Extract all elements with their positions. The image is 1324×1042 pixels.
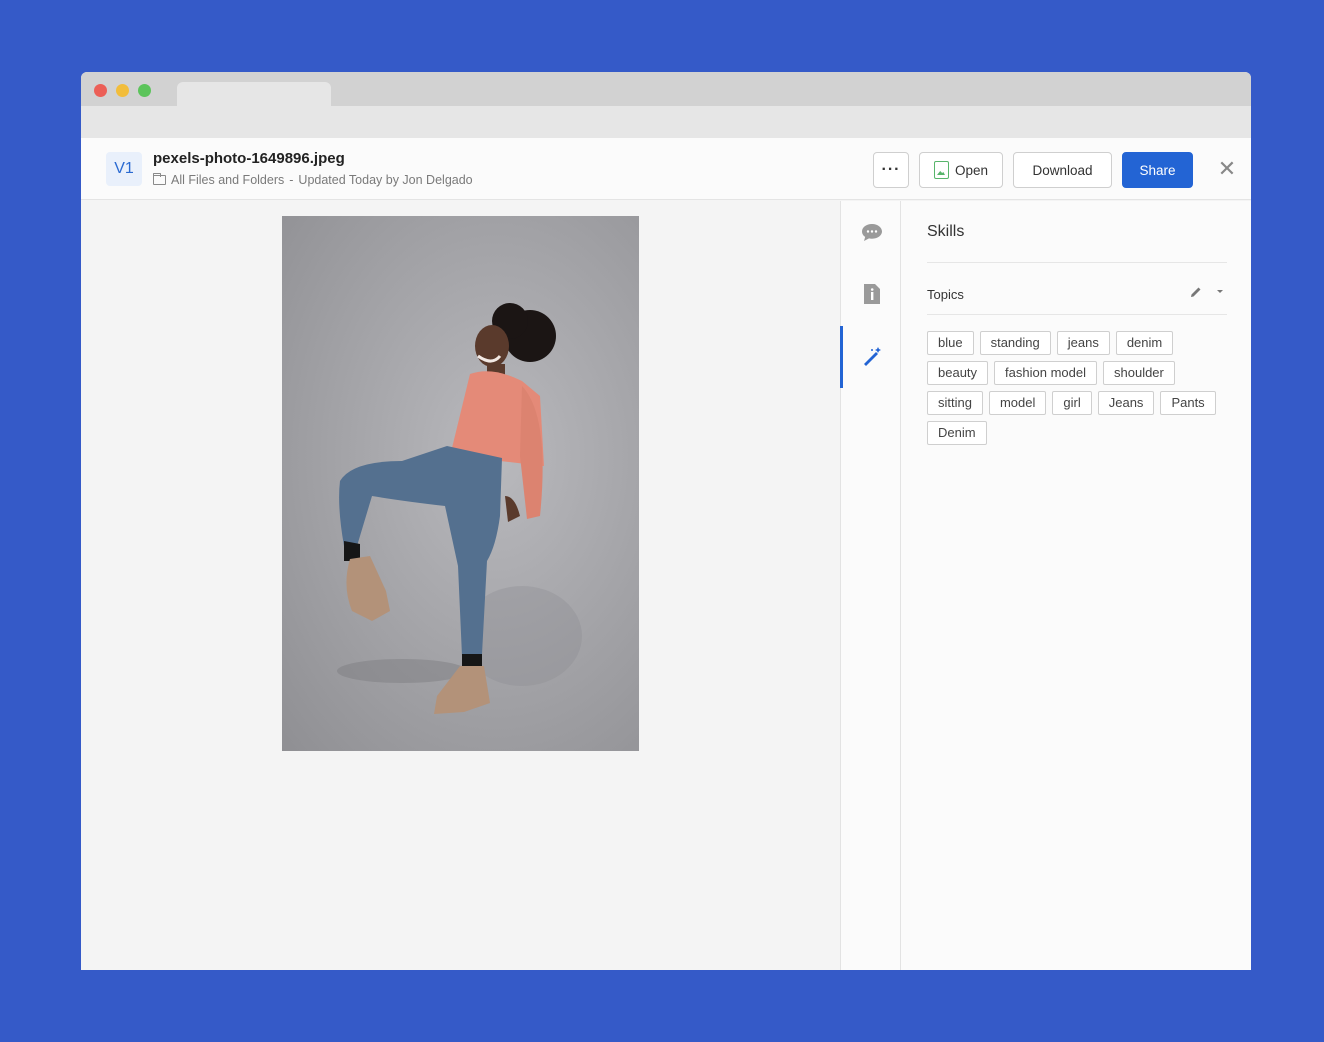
updated-text: Updated Today by Jon Delgado: [298, 173, 473, 187]
more-icon: ···: [881, 161, 901, 178]
file-name: pexels-photo-1649896.jpeg: [153, 150, 345, 167]
folder-icon: [153, 173, 166, 185]
chevron-down-icon[interactable]: [1215, 288, 1225, 296]
divider: [927, 314, 1227, 315]
topic-tag[interactable]: beauty: [927, 361, 989, 385]
close-icon[interactable]: ✕: [1214, 156, 1240, 182]
file-header: V1 pexels-photo-1649896.jpeg All Files a…: [81, 138, 1251, 200]
topic-tag[interactable]: shoulder: [1103, 361, 1175, 385]
file-meta: All Files and Folders - Updated Today by…: [153, 173, 473, 187]
topic-tag[interactable]: fashion model: [994, 361, 1097, 385]
topic-tag[interactable]: Pants: [1160, 391, 1216, 415]
topic-tag[interactable]: model: [988, 391, 1047, 415]
skills-panel: Skills Topics blue standing jeans denim …: [901, 201, 1251, 970]
download-label: Download: [1032, 162, 1093, 178]
close-window-button[interactable]: [94, 84, 107, 97]
photo-illustration: [337, 303, 582, 714]
version-badge[interactable]: V1: [106, 152, 142, 186]
divider: [927, 262, 1227, 263]
info-icon: [863, 284, 880, 304]
magic-wand-icon: [863, 347, 881, 366]
topic-tag[interactable]: jeans: [1056, 331, 1110, 355]
folder-link[interactable]: All Files and Folders: [171, 173, 284, 187]
image-file-icon: [933, 161, 949, 179]
rail-item-skills[interactable]: [840, 326, 902, 388]
more-options-button[interactable]: ···: [873, 152, 909, 188]
comment-icon: [861, 224, 882, 241]
topic-tag[interactable]: standing: [979, 331, 1051, 355]
share-button[interactable]: Share: [1122, 152, 1193, 188]
image-preview[interactable]: [282, 216, 639, 751]
preview-area: [81, 201, 840, 970]
share-label: Share: [1139, 162, 1176, 178]
rail-item-comments[interactable]: [841, 202, 902, 262]
topic-tag[interactable]: Jeans: [1097, 391, 1155, 415]
rail-item-details[interactable]: [841, 264, 902, 324]
download-button[interactable]: Download: [1013, 152, 1112, 188]
browser-toolbar: [81, 106, 1251, 138]
topics-label: Topics: [927, 287, 964, 302]
browser-tab[interactable]: [177, 82, 331, 106]
topic-tags: blue standing jeans denim beauty fashion…: [927, 331, 1227, 445]
minimize-window-button[interactable]: [116, 84, 129, 97]
browser-chrome: [81, 72, 1251, 106]
topic-actions: [1189, 285, 1225, 299]
sidebar-rail: [840, 201, 901, 970]
maximize-window-button[interactable]: [138, 84, 151, 97]
open-button[interactable]: Open: [919, 152, 1003, 188]
meta-separator: -: [289, 173, 294, 187]
topic-tag[interactable]: sitting: [927, 391, 983, 415]
edit-pencil-icon[interactable]: [1189, 285, 1203, 299]
topic-tag[interactable]: girl: [1052, 391, 1092, 415]
topic-tag[interactable]: blue: [927, 331, 974, 355]
browser-window: V1 pexels-photo-1649896.jpeg All Files a…: [81, 72, 1251, 970]
topic-tag[interactable]: Denim: [927, 421, 987, 445]
open-label: Open: [954, 162, 989, 178]
panel-title: Skills: [927, 223, 965, 240]
topic-tag[interactable]: denim: [1115, 331, 1174, 355]
